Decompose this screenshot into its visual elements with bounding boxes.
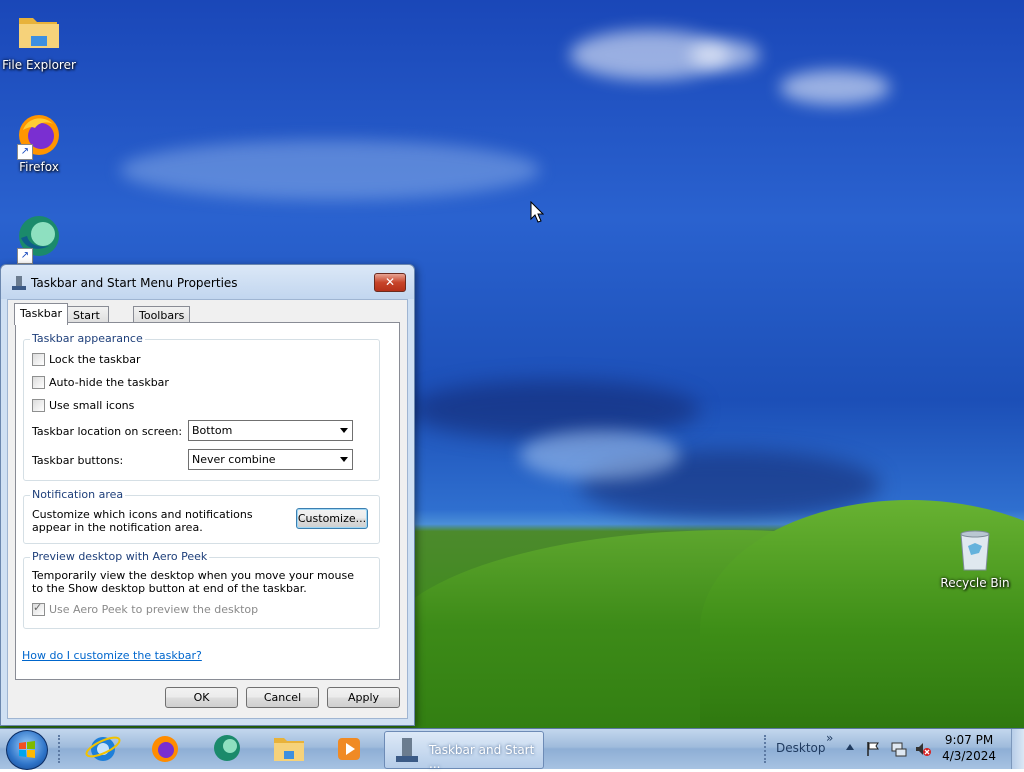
recycle-bin-icon — [951, 526, 999, 574]
checkbox-box[interactable] — [32, 352, 45, 366]
taskbar: Taskbar and Start ... Desktop » 9:07 PM … — [0, 728, 1024, 771]
file-explorer-icon — [274, 738, 304, 761]
notification-area-group: Notification area Customize which icons … — [23, 488, 380, 544]
aero-peek-description: Temporarily view the desktop when you mo… — [32, 569, 354, 595]
tab-taskbar[interactable]: Taskbar — [14, 303, 68, 325]
internet-explorer-icon — [85, 736, 121, 761]
group-legend: Taskbar appearance — [30, 332, 145, 345]
taskbar-properties-icon — [396, 738, 418, 762]
help-link[interactable]: How do I customize the taskbar? — [22, 649, 202, 662]
show-desktop-button[interactable] — [1011, 729, 1024, 769]
taskbar-grip[interactable] — [58, 735, 64, 763]
pinned-browser-app[interactable] — [200, 731, 254, 767]
desktop-icon-label: Firefox — [19, 160, 59, 174]
desktop-toolbar-label[interactable]: Desktop — [776, 741, 826, 755]
dialog-titlebar[interactable]: Taskbar and Start Menu Properties ✕ — [1, 265, 414, 299]
start-button[interactable] — [6, 730, 48, 770]
checkbox-box[interactable] — [32, 398, 45, 412]
shortcut-arrow-icon: ↗ — [17, 248, 33, 264]
desktop-icon-label: Recycle Bin — [940, 576, 1010, 590]
desktop-icon-firefox[interactable]: ↗ Firefox — [1, 110, 77, 174]
media-player-icon — [338, 738, 360, 760]
firefox-icon: ↗ — [15, 110, 63, 160]
volume-muted-icon[interactable] — [914, 741, 932, 757]
clock-time: 9:07 PM — [944, 733, 994, 747]
task-label: Taskbar and Start ... — [429, 743, 535, 771]
apply-button[interactable]: Apply — [327, 687, 400, 708]
ok-button[interactable]: OK — [165, 687, 238, 708]
taskbar-buttons-label: Taskbar buttons: — [32, 454, 124, 467]
firefox-icon — [152, 736, 178, 762]
clock-date: 4/3/2024 — [942, 749, 996, 763]
desktop-icon-file-explorer[interactable]: File Explorer — [1, 8, 77, 72]
browser-app-icon — [214, 735, 240, 761]
show-hidden-icons-icon[interactable] — [846, 744, 854, 750]
taskbar-properties-dialog: Taskbar and Start Menu Properties ✕ Task… — [0, 264, 415, 726]
folder-icon — [15, 8, 63, 56]
close-button[interactable]: ✕ — [374, 273, 406, 292]
taskbar-buttons-select[interactable]: Never combine — [188, 449, 353, 470]
dropdown-arrow-icon — [340, 428, 348, 433]
customize-button[interactable]: Customize... — [296, 508, 368, 529]
checkbox-label: Use small icons — [49, 398, 135, 412]
taskbar-tab-panel: Taskbar appearance Lock the taskbar Auto… — [15, 322, 400, 680]
group-legend: Preview desktop with Aero Peek — [30, 550, 210, 563]
cancel-button[interactable]: Cancel — [246, 687, 319, 708]
dialog-body: Taskbar Start Menu Toolbars Taskbar appe… — [7, 299, 408, 719]
notification-description: Customize which icons and notifications … — [32, 508, 253, 534]
toolbar-chevron-icon[interactable]: » — [826, 731, 833, 745]
pinned-internet-explorer[interactable] — [76, 731, 130, 767]
checkbox-label: Lock the taskbar — [49, 352, 141, 366]
windows-logo-icon — [19, 741, 35, 758]
dialog-title: Taskbar and Start Menu Properties — [31, 276, 238, 290]
checkbox-label: Use Aero Peek to preview the desktop — [49, 602, 259, 616]
desktop-icon-recycle-bin[interactable]: Recycle Bin — [936, 526, 1014, 590]
checkbox-box[interactable] — [32, 375, 45, 389]
network-icon[interactable] — [891, 741, 907, 757]
aero-peek-group: Preview desktop with Aero Peek Temporari… — [23, 550, 380, 629]
lock-taskbar-checkbox[interactable]: Lock the taskbar — [32, 352, 141, 366]
taskbar-location-select[interactable]: Bottom — [188, 420, 353, 441]
desktop-icon-label: File Explorer — [2, 58, 76, 72]
system-clock[interactable]: 9:07 PM 4/3/2024 — [942, 732, 996, 764]
shortcut-arrow-icon: ↗ — [17, 144, 33, 160]
select-value: Bottom — [192, 424, 233, 437]
checkbox-label: Auto-hide the taskbar — [49, 375, 169, 389]
taskbar-location-label: Taskbar location on screen: — [32, 425, 183, 438]
pinned-firefox[interactable] — [138, 731, 192, 767]
toolbar-grip[interactable] — [764, 735, 770, 763]
mouse-cursor-icon — [530, 201, 544, 223]
taskbar-appearance-group: Taskbar appearance Lock the taskbar Auto… — [23, 332, 380, 481]
group-legend: Notification area — [30, 488, 126, 501]
auto-hide-checkbox[interactable]: Auto-hide the taskbar — [32, 375, 169, 389]
desktop-icon-browser-app[interactable]: ↗ — [1, 214, 77, 264]
taskbar-task-properties[interactable]: Taskbar and Start ... — [384, 731, 544, 771]
select-value: Never combine — [192, 453, 276, 466]
checkbox-box[interactable] — [32, 601, 45, 616]
action-center-flag-icon[interactable] — [866, 741, 880, 757]
pinned-file-explorer[interactable] — [262, 731, 316, 767]
pinned-media-player[interactable] — [322, 731, 376, 767]
aero-peek-checkbox[interactable]: Use Aero Peek to preview the desktop — [32, 601, 259, 616]
dropdown-arrow-icon — [340, 457, 348, 462]
small-icons-checkbox[interactable]: Use small icons — [32, 398, 134, 412]
browser-app-icon: ↗ — [15, 214, 63, 264]
taskbar-properties-icon — [12, 276, 26, 290]
